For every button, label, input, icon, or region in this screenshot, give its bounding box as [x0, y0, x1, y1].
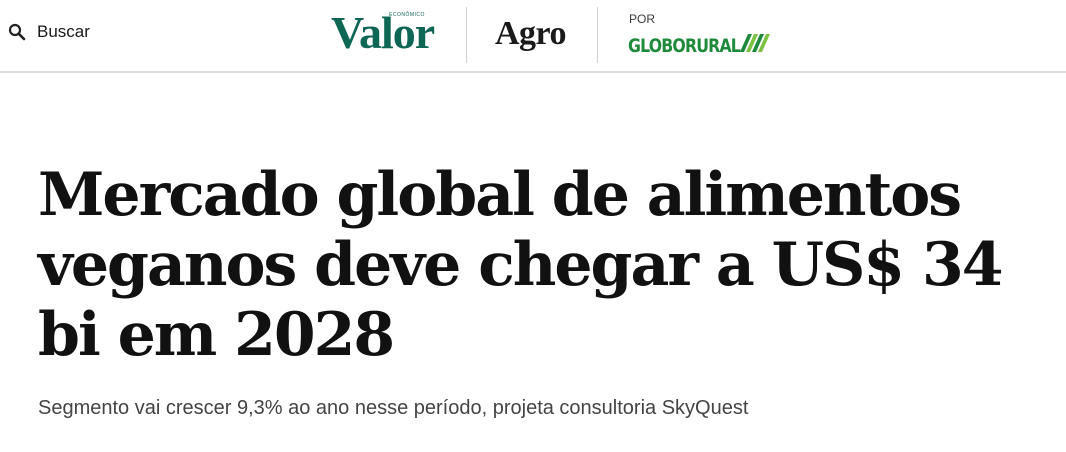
search-label: Buscar: [37, 22, 90, 41]
valor-logo[interactable]: Valor ECONÔMICO: [331, 8, 435, 58]
search-icon: [8, 23, 26, 41]
header-divider: [466, 7, 467, 63]
globo-rural-stripes-icon: [740, 34, 770, 52]
site-header: Buscar Valor ECONÔMICO Agro POR GLOBORUR…: [0, 0, 1066, 73]
article-headline: Mercado global de alimentos veganos deve…: [38, 160, 1003, 370]
por-label: POR: [629, 12, 656, 26]
search-button[interactable]: Buscar: [8, 22, 90, 42]
agro-section-link[interactable]: Agro: [495, 14, 567, 54]
globo-rural-logo[interactable]: GLOBORURAL: [628, 30, 778, 60]
valor-logo-superscript: ECONÔMICO: [389, 12, 425, 18]
article-subtitle: Segmento vai crescer 9,3% ao ano nesse p…: [38, 397, 749, 419]
globo-rural-text: GLOBORURAL: [628, 35, 741, 57]
header-divider: [597, 7, 598, 63]
